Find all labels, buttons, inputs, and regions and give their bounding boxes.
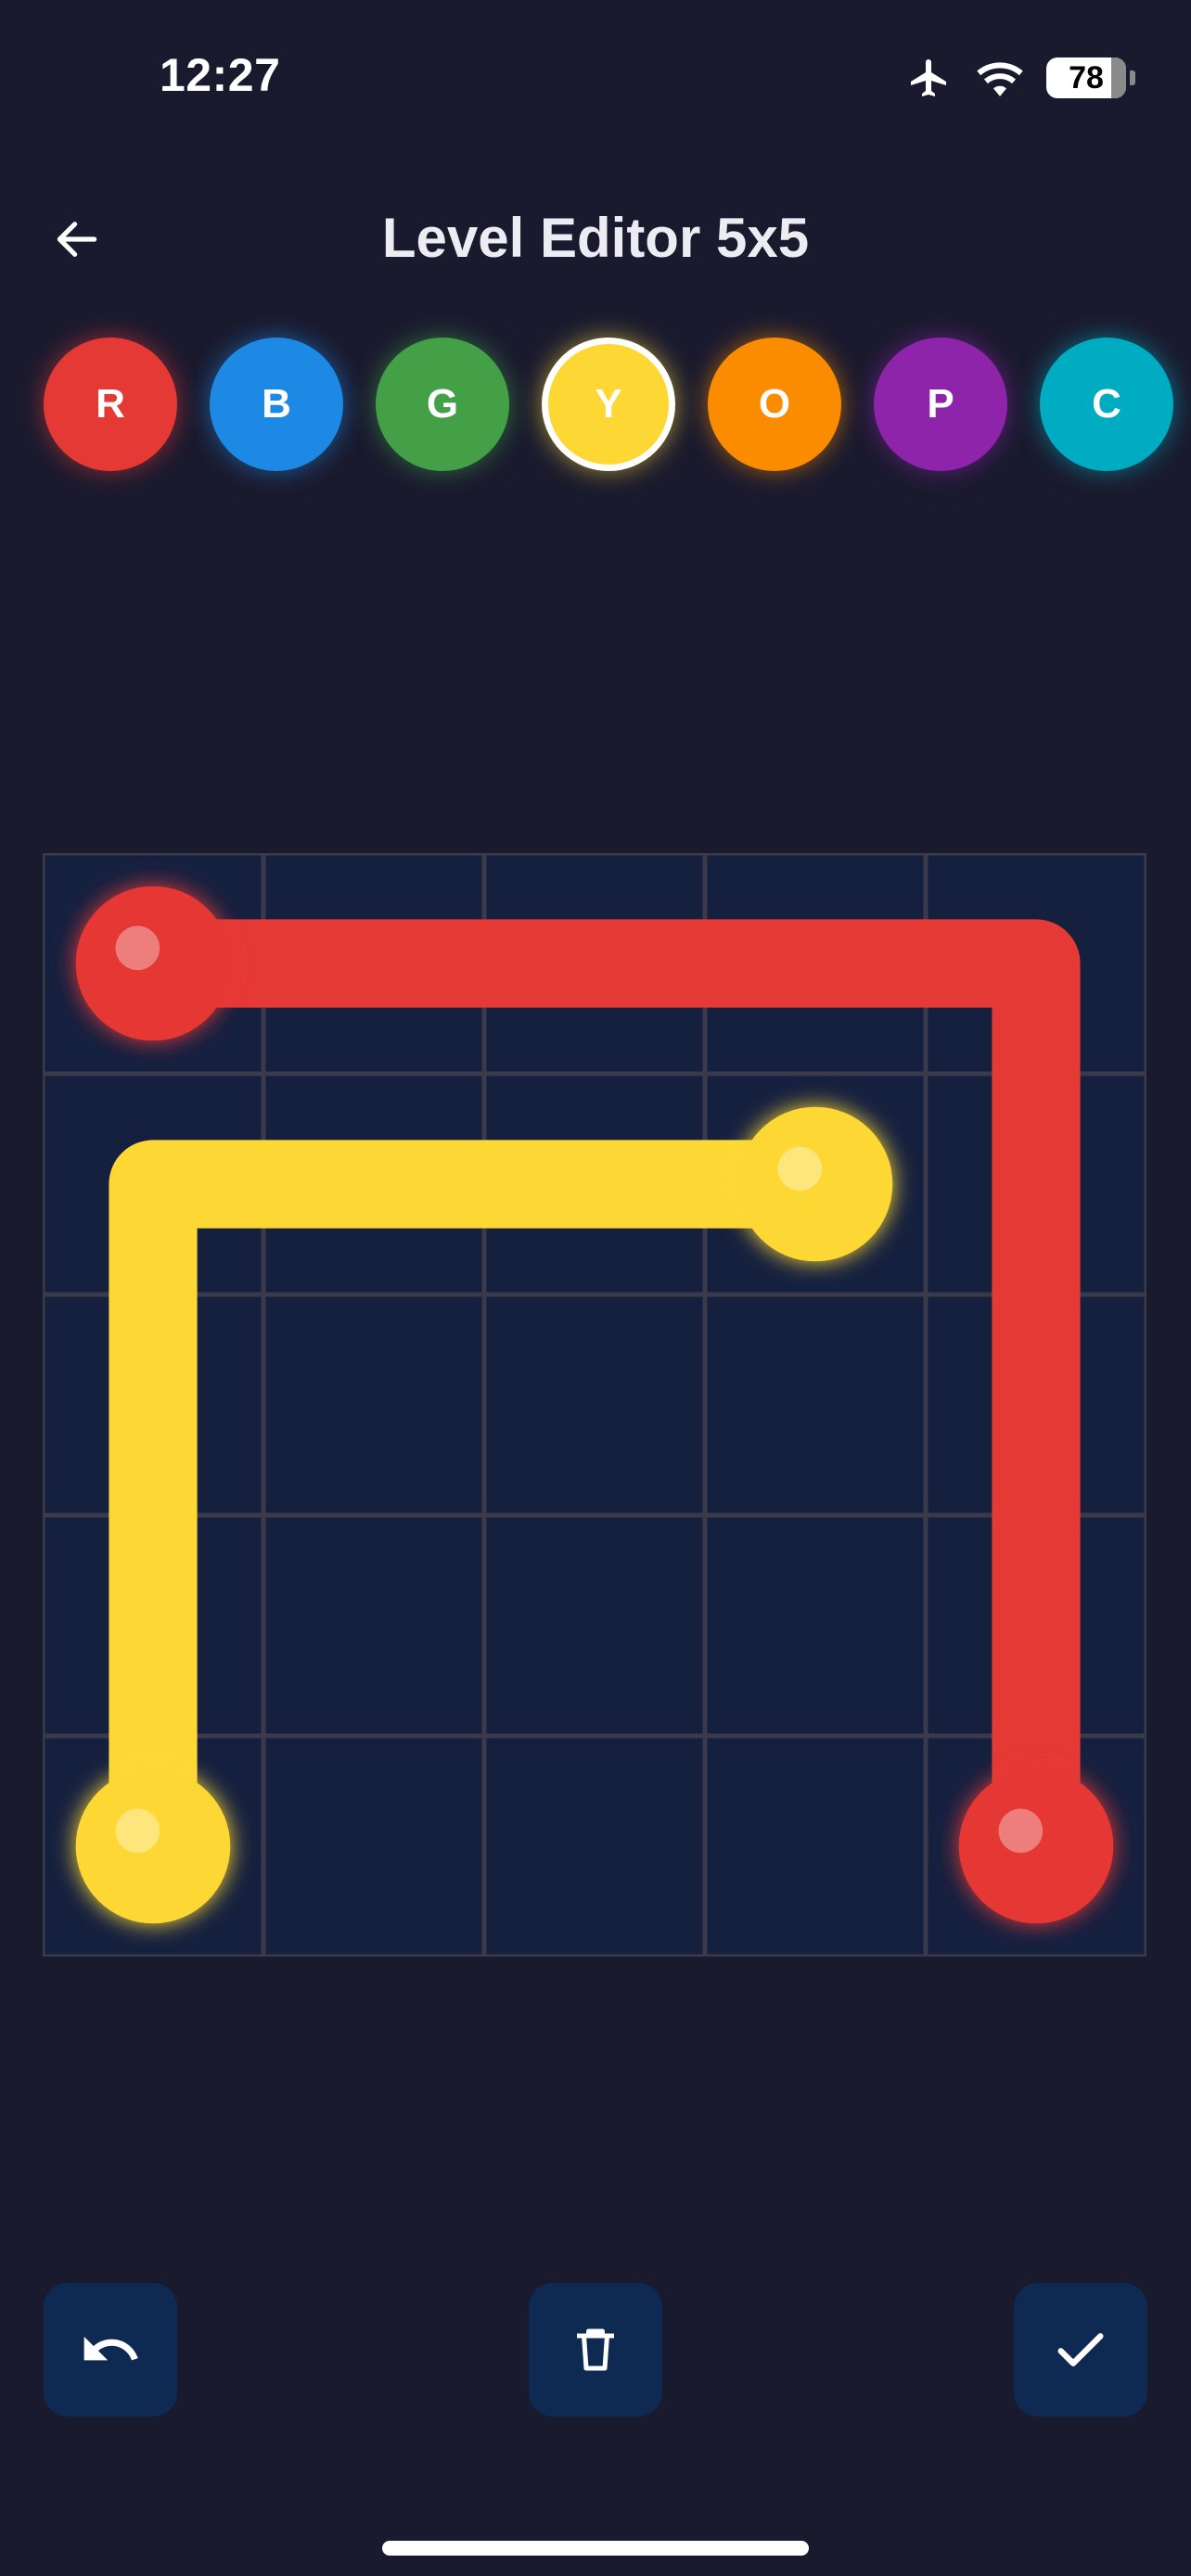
grid-cell-3-2[interactable] (483, 1514, 706, 1737)
board-svg[interactable] (43, 853, 1146, 1957)
wifi-icon (977, 62, 1023, 96)
checkmark-icon (1057, 2333, 1104, 2366)
endpoint-dot-r-1[interactable] (75, 886, 231, 1041)
airplane-icon (911, 59, 946, 96)
color-swatch-y[interactable]: Y (542, 338, 675, 471)
undo-button[interactable] (44, 2283, 177, 2417)
header: Level Editor 5x5 (0, 185, 1191, 297)
grid-cell-2-3[interactable] (704, 1294, 927, 1516)
color-swatch-c[interactable]: C (1040, 338, 1173, 471)
color-palette: R B G Y O P C (0, 338, 1191, 473)
grid-cell-2-2[interactable] (483, 1294, 706, 1516)
endpoint-dot-r-2[interactable] (958, 1768, 1114, 1924)
color-swatch-o[interactable]: O (708, 338, 841, 471)
trash-icon (577, 2328, 614, 2371)
grid-cell-3-1[interactable] (263, 1514, 485, 1737)
status-time: 12:27 (160, 49, 281, 101)
status-icons: 78 (905, 52, 1135, 104)
endpoint-dot-y-2[interactable] (75, 1768, 231, 1924)
color-swatch-p[interactable]: P (874, 338, 1007, 471)
game-board[interactable] (43, 853, 1146, 1957)
color-swatch-g[interactable]: G (376, 338, 509, 471)
grid-cell-4-3[interactable] (704, 1735, 927, 1957)
grid-cell-4-2[interactable] (483, 1735, 706, 1957)
delete-button[interactable] (529, 2283, 662, 2417)
home-indicator (382, 2541, 809, 2556)
grid-cells[interactable] (43, 853, 1146, 1957)
grid-cell-2-1[interactable] (263, 1294, 485, 1516)
color-swatch-r[interactable]: R (44, 338, 177, 471)
undo-icon (83, 2336, 138, 2361)
grid-cell-3-3[interactable] (704, 1514, 927, 1737)
grid-cell-4-1[interactable] (263, 1735, 485, 1957)
confirm-button[interactable] (1014, 2283, 1147, 2417)
endpoint-dot-y-1[interactable] (737, 1106, 893, 1262)
battery-icon: 78 (1046, 57, 1126, 98)
bottom-action-bar (0, 2283, 1191, 2418)
page-title: Level Editor 5x5 (381, 207, 810, 269)
battery-level: 78 (1069, 59, 1104, 96)
status-bar: 12:27 78 (0, 0, 1191, 148)
color-swatch-b[interactable]: B (210, 338, 343, 471)
